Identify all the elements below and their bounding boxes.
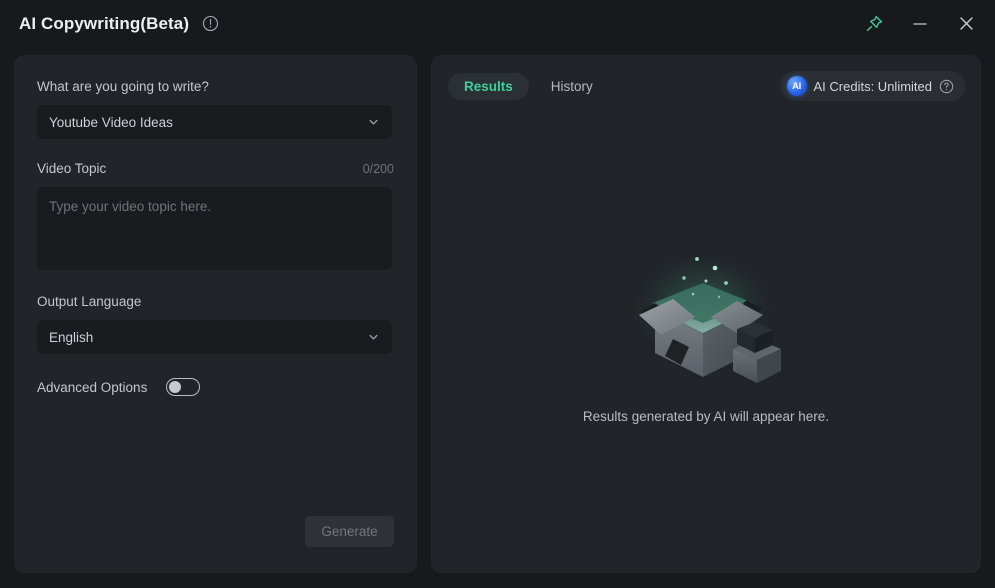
video-topic-label: Video Topic [37, 161, 106, 176]
ai-icon: AI [787, 76, 807, 96]
write-type-label: What are you going to write? [37, 79, 394, 94]
results-empty-state: Results generated by AI will appear here… [431, 117, 981, 573]
results-header: Results History AI AI Credits: Unlimited [431, 55, 981, 117]
chevron-down-icon [367, 116, 380, 129]
close-icon[interactable] [943, 0, 989, 47]
form-panel: What are you going to write? Youtube Vid… [14, 55, 417, 573]
generate-button-row: Generate [14, 516, 417, 547]
write-type-select[interactable]: Youtube Video Ideas [37, 105, 392, 139]
results-panel: Results History AI AI Credits: Unlimited [431, 55, 981, 573]
advanced-options-label: Advanced Options [37, 380, 147, 395]
chevron-down-icon [367, 331, 380, 344]
video-topic-char-count: 0/200 [363, 162, 394, 176]
toggle-knob [169, 381, 181, 393]
video-topic-placeholder: Type your video topic here. [49, 198, 380, 216]
results-tabs: Results History [448, 73, 609, 100]
title-bar: AI Copywriting(Beta) [0, 0, 995, 47]
output-language-select[interactable]: English [37, 320, 392, 354]
info-circle-icon[interactable] [202, 15, 219, 32]
open-box-with-sparkles-illustration [611, 237, 801, 387]
generate-button[interactable]: Generate [305, 516, 394, 547]
pin-icon[interactable] [851, 0, 897, 47]
page-title: AI Copywriting(Beta) [19, 14, 189, 34]
video-topic-label-row: Video Topic 0/200 [37, 161, 394, 176]
minimize-icon[interactable] [897, 0, 943, 47]
copywriting-form: What are you going to write? Youtube Vid… [14, 55, 417, 396]
advanced-options-row: Advanced Options [37, 378, 394, 396]
tab-results[interactable]: Results [448, 73, 529, 100]
empty-state-message: Results generated by AI will appear here… [583, 409, 829, 424]
video-topic-input[interactable]: Type your video topic here. [37, 187, 392, 270]
output-language-value: English [49, 330, 93, 345]
ai-credits-badge[interactable]: AI AI Credits: Unlimited [780, 71, 965, 101]
advanced-options-toggle[interactable] [166, 378, 200, 396]
output-language-label: Output Language [37, 294, 394, 309]
tab-history[interactable]: History [535, 73, 609, 100]
write-type-value: Youtube Video Ideas [49, 115, 173, 130]
question-circle-icon[interactable] [939, 79, 954, 94]
ai-credits-label: AI Credits: Unlimited [814, 79, 932, 94]
